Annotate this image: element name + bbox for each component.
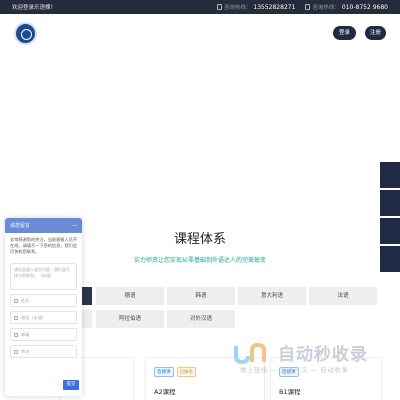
watermark-logo <box>234 342 266 364</box>
watermark-title: 自动秒收录 <box>278 345 368 365</box>
phone-field[interactable]: 电话（必填） <box>10 311 77 324</box>
lang-tab-chinese[interactable]: 对外汉语 <box>167 310 235 328</box>
mail-icon <box>14 332 18 337</box>
hotline-number: 13552828271 <box>253 3 296 11</box>
watermark-subtitle: 做上链接 — 来访一次 — 自动收录 <box>240 366 349 374</box>
hotline-1: 咨询热线： 13552828271 <box>216 3 296 11</box>
minimize-icon[interactable]: — <box>72 223 77 229</box>
leave-message-widget: 请您留言 — 非常感谢您的关注，当前客服人员不在线，请填写一下您的信息，我们会尽… <box>5 218 82 396</box>
phone-icon <box>14 315 18 320</box>
lang-tab-german[interactable]: 德语 <box>96 287 164 305</box>
phone-placeholder: 电话（必填） <box>21 314 47 320</box>
name-field[interactable]: 姓名 <box>10 294 77 307</box>
enrolled-tag: 已报名 <box>176 367 196 377</box>
lang-tab-italian[interactable]: 意大利语 <box>238 287 306 305</box>
site-logo[interactable] <box>14 22 37 45</box>
hotline-label: 咨询热线： <box>312 5 340 11</box>
lang-tab-french[interactable]: 法语 <box>309 287 377 305</box>
side-tab-1[interactable] <box>380 162 400 188</box>
address-placeholder: 地址 <box>21 348 30 354</box>
email-field[interactable]: 邮箱 <box>10 328 77 341</box>
chat-title: 请您留言 <box>10 223 31 229</box>
hotline-2: 咨询热线： 010-8752 9680 <box>305 3 388 11</box>
name-placeholder: 姓名 <box>21 297 30 303</box>
side-tab-2[interactable] <box>380 190 400 216</box>
location-icon <box>14 349 18 354</box>
card-tags: 直播课 已报名 <box>154 367 196 377</box>
register-button[interactable]: 注册 <box>365 26 386 40</box>
lang-tab-arabic[interactable]: 阿拉伯语 <box>96 310 164 328</box>
hotline-number: 010-8752 9680 <box>341 3 388 11</box>
chat-header: 请您留言 — <box>5 218 82 233</box>
user-icon <box>14 298 18 303</box>
course-name: A2课程 <box>154 388 176 396</box>
top-bar: 欢迎登录乐语棵！ 咨询热线： 13552828271 咨询热线： 010-875… <box>0 0 400 14</box>
welcome-text: 欢迎登录乐语棵！ <box>12 5 57 11</box>
phone-icon <box>216 4 222 10</box>
phone-icon <box>305 4 311 10</box>
message-textarea[interactable]: 请在此输入留言内容，我们会尽快与您联系。（必填） <box>10 263 77 290</box>
lang-tab-korean[interactable]: 韩语 <box>167 287 235 305</box>
email-placeholder: 邮箱 <box>21 331 30 337</box>
chat-message: 非常感谢您的关注，当前客服人员不在线，请填写一下您的信息，我们会尽快和您联系。 <box>10 237 78 254</box>
hotline-label: 咨询热线： <box>223 5 252 11</box>
watermark: 自动秒收录 <box>232 340 368 365</box>
course-name: B1课程 <box>279 388 301 396</box>
site-header: 登录 注册 <box>0 14 400 54</box>
address-field[interactable]: 地址 <box>10 345 77 358</box>
submit-button[interactable]: 提交 <box>63 380 79 390</box>
login-button[interactable]: 登录 <box>333 26 356 40</box>
live-tag: 直播课 <box>154 367 174 377</box>
